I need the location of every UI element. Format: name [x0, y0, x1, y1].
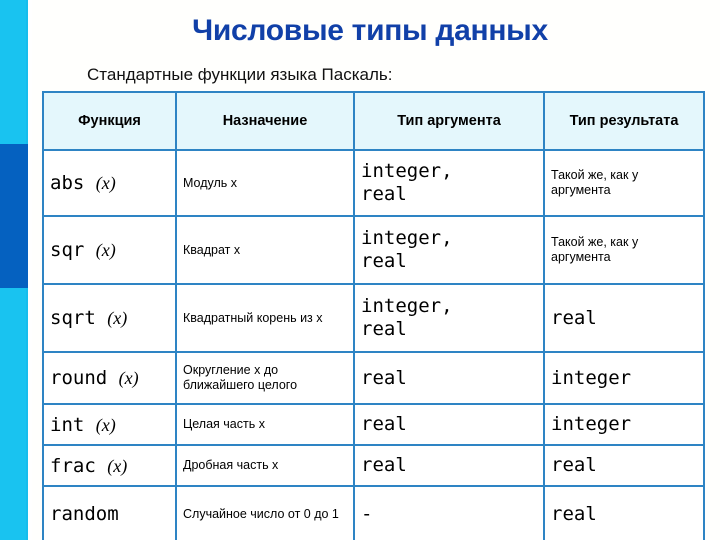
left-decoration-gap	[28, 0, 32, 540]
function-argument: (x)	[107, 455, 128, 476]
column-header-purpose: Назначение	[175, 91, 355, 151]
cell-argument-type: real	[353, 403, 545, 446]
function-argument: (x)	[118, 368, 139, 388]
cell-argument-type: -	[353, 485, 545, 540]
cell-function-name: sqrt (x)	[42, 283, 177, 353]
cell-purpose: Квадрат x	[175, 215, 355, 285]
cell-result-type: Такой же, как у аргумента	[543, 215, 705, 285]
left-decoration-block	[0, 144, 28, 288]
table-header: Функция Назначение Тип аргумента Тип рез…	[42, 91, 705, 151]
table-body: abs (x) Модуль x integer, real Такой же, ка…	[42, 149, 705, 540]
cell-purpose: Дробная часть x	[175, 444, 355, 487]
cell-function-name: int (x)	[42, 403, 177, 446]
cell-purpose: Округление x до ближайшего целого	[175, 351, 355, 405]
page-title: Числовые типы данных	[192, 14, 548, 47]
table-row: sqrt (x) Квадратный корень из x integer, r…	[42, 283, 705, 353]
column-header-result-type: Тип результата	[543, 91, 705, 151]
table-row: int (x) Целая часть x real integer	[42, 403, 705, 446]
functions-table: Функция Назначение Тип аргумента Тип рез…	[42, 91, 705, 540]
function-identifier: round	[50, 367, 108, 389]
cell-argument-type: real	[353, 444, 545, 487]
table-row: random Случайное число от 0 до 1- real	[42, 485, 705, 540]
table-row: frac (x) Дробная часть x real real	[42, 444, 705, 487]
cell-result-type: real	[543, 485, 705, 540]
cell-function-name: round (x)	[42, 351, 177, 405]
cell-argument-type: integer, real	[353, 283, 545, 353]
cell-result-type: Такой же, как у аргумента	[543, 149, 705, 217]
cell-function-name: random	[42, 485, 177, 540]
table-row: round (x) Округление x до ближайшего цело…	[42, 351, 705, 405]
cell-function-name: frac (x)	[42, 444, 177, 487]
function-argument: (x)	[95, 240, 116, 260]
function-identifier: random	[50, 503, 119, 525]
column-header-argument-type: Тип аргумента	[353, 91, 545, 151]
functions-table-container: Функция Назначение Тип аргумента Тип рез…	[42, 91, 705, 540]
function-identifier: frac	[50, 454, 96, 477]
column-header-function: Функция	[42, 91, 177, 151]
table-row: abs (x) Модуль x integer, real Такой же, ка…	[42, 149, 705, 217]
cell-result-type: real	[543, 444, 705, 487]
cell-argument-type: real	[353, 351, 545, 405]
function-identifier: abs	[50, 172, 85, 194]
cell-result-type: integer	[543, 351, 705, 405]
page-subtitle: Стандартные функции языка Паскаль:	[87, 65, 393, 84]
function-identifier: int	[50, 413, 85, 436]
function-identifier: sqr	[50, 239, 85, 261]
cell-function-name: abs (x)	[42, 149, 177, 217]
function-argument: (x)	[95, 414, 116, 435]
function-argument: (x)	[95, 173, 116, 193]
cell-result-type: real	[543, 283, 705, 353]
cell-result-type: integer	[543, 403, 705, 446]
slide-canvas: Числовые типы данных Стандартные функции…	[0, 0, 720, 540]
table-header-row: Функция Назначение Тип аргумента Тип рез…	[42, 91, 705, 151]
cell-function-name: sqr (x)	[42, 215, 177, 285]
cell-argument-type: integer, real	[353, 149, 545, 217]
function-identifier: sqrt	[50, 307, 96, 329]
cell-purpose: Случайное число от 0 до 1	[175, 485, 355, 540]
cell-purpose: Целая часть x	[175, 403, 355, 446]
cell-purpose: Квадратный корень из x	[175, 283, 355, 353]
table-row: sqr (x) Квадрат x integer, real Такой же, к…	[42, 215, 705, 285]
function-argument: (x)	[107, 308, 128, 328]
cell-purpose: Модуль x	[175, 149, 355, 217]
cell-argument-type: integer, real	[353, 215, 545, 285]
